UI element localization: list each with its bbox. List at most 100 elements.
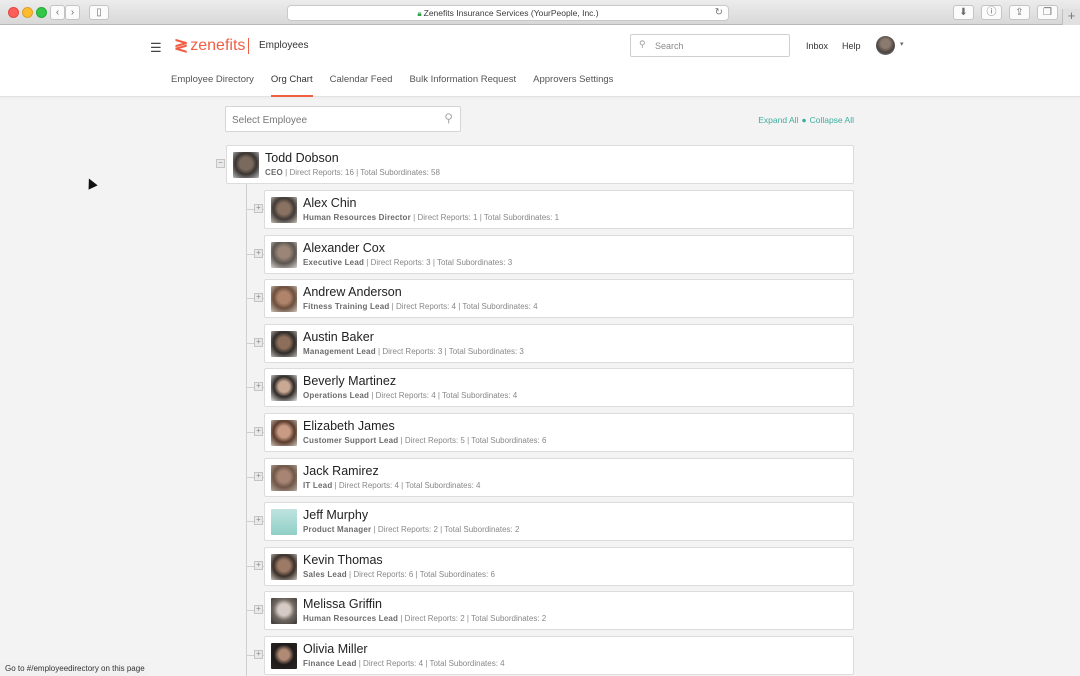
employee-stats: | Direct Reports: 2 | Total Subordinates…	[371, 525, 520, 534]
org-card[interactable]: Melissa Griffin Human Resources Lead | D…	[264, 591, 854, 630]
org-card[interactable]: Jeff Murphy Product Manager | Direct Rep…	[264, 502, 854, 541]
expand-toggle-icon[interactable]: +	[254, 382, 263, 391]
expand-toggle-icon[interactable]: +	[254, 516, 263, 525]
employee-name: Kevin Thomas	[303, 553, 383, 567]
employee-stats: | Direct Reports: 6 | Total Subordinates…	[346, 570, 495, 579]
employee-meta: Fitness Training Lead | Direct Reports: …	[303, 302, 538, 311]
expand-toggle-icon[interactable]: +	[254, 249, 263, 258]
logo-divider	[248, 38, 249, 54]
employee-title: Product Manager	[303, 525, 372, 534]
zenefits-logo[interactable]: ≷ zenefits	[174, 36, 245, 56]
employee-photo	[271, 286, 297, 312]
employee-title: IT Lead	[303, 481, 333, 490]
org-card[interactable]: Elizabeth James Customer Support Lead | …	[264, 413, 854, 452]
tab-calendar-feed[interactable]: Calendar Feed	[330, 74, 393, 97]
expand-toggle-icon[interactable]: +	[254, 338, 263, 347]
search-box[interactable]: ⚲	[630, 34, 790, 57]
employee-stats: | Direct Reports: 4 | Total Subordinates…	[389, 302, 538, 311]
expand-toggle-icon[interactable]: +	[254, 204, 263, 213]
expand-toggle-icon[interactable]: +	[254, 472, 263, 481]
employee-meta: Sales Lead | Direct Reports: 6 | Total S…	[303, 570, 495, 579]
menu-icon[interactable]: ☰	[150, 40, 162, 56]
employee-photo	[271, 465, 297, 491]
org-card[interactable]: Andrew Anderson Fitness Training Lead | …	[264, 279, 854, 318]
employee-stats: | Direct Reports: 3 | Total Subordinates…	[364, 258, 513, 267]
reload-icon[interactable]: ↻	[715, 6, 723, 20]
chevron-down-icon[interactable]: ▾	[900, 40, 904, 48]
employee-meta: IT Lead | Direct Reports: 4 | Total Subo…	[303, 481, 481, 490]
expand-toggle-icon[interactable]: +	[254, 293, 263, 302]
share-icon[interactable]: ⇪	[1009, 5, 1030, 20]
employee-meta: Human Resources Lead | Direct Reports: 2…	[303, 614, 546, 623]
employee-photo	[271, 420, 297, 446]
employee-title: Human Resources Lead	[303, 614, 399, 623]
tab-bulk-information-request[interactable]: Bulk Information Request	[409, 74, 516, 97]
mouse-cursor	[84, 176, 98, 190]
collapse-all-link[interactable]: Collapse All	[810, 115, 854, 125]
browser-toolbar: ‹ › ▯ 🔒︎ Zenefits Insurance Services (You…	[0, 0, 1080, 25]
employee-photo	[271, 242, 297, 268]
tab-employee-directory[interactable]: Employee Directory	[171, 74, 254, 97]
expand-toggle-icon[interactable]: +	[254, 605, 263, 614]
expand-toggle-icon[interactable]: +	[254, 561, 263, 570]
org-card[interactable]: Beverly Martinez Operations Lead | Direc…	[264, 368, 854, 407]
employee-name: Beverly Martinez	[303, 374, 397, 388]
zoom-window-button[interactable]	[36, 7, 47, 18]
expand-toggle-icon[interactable]: +	[254, 650, 263, 659]
employee-name: Olivia Miller	[303, 642, 368, 656]
sidebar-icon[interactable]: ▯	[89, 5, 109, 20]
search-input[interactable]	[655, 38, 783, 53]
employee-title: Sales Lead	[303, 570, 347, 579]
employee-stats: | Direct Reports: 3 | Total Subordinates…	[375, 347, 524, 356]
org-card-root[interactable]: Todd Dobson CEO | Direct Reports: 16 | T…	[226, 145, 854, 184]
zenefits-logo-mark: ≷	[174, 36, 188, 55]
back-icon[interactable]: ‹	[50, 5, 65, 20]
employee-meta: Product Manager | Direct Reports: 2 | To…	[303, 525, 519, 534]
downloads-icon[interactable]: ⬇	[953, 5, 974, 20]
employee-photo	[271, 331, 297, 357]
employee-title: Customer Support Lead	[303, 436, 399, 445]
employee-meta: Executive Lead | Direct Reports: 3 | Tot…	[303, 258, 512, 267]
employee-name: Alexander Cox	[303, 241, 385, 255]
employee-name: Melissa Griffin	[303, 597, 382, 611]
employee-stats: | Direct Reports: 4 | Total Subordinates…	[356, 659, 505, 668]
tabs-overview-icon[interactable]: ❐	[1037, 5, 1058, 20]
employee-name: Jack Ramirez	[303, 464, 379, 478]
employee-stats: | Direct Reports: 4 | Total Subordinates…	[369, 391, 518, 400]
org-card[interactable]: Alex Chin Human Resources Director | Dir…	[264, 190, 854, 229]
minimize-window-button[interactable]	[22, 7, 33, 18]
org-card[interactable]: Jack Ramirez IT Lead | Direct Reports: 4…	[264, 458, 854, 497]
employee-title: Operations Lead	[303, 391, 370, 400]
org-card[interactable]: Austin Baker Management Lead | Direct Re…	[264, 324, 854, 363]
section-title: Employees	[259, 40, 309, 51]
lock-icon: 🔒︎	[417, 9, 422, 18]
employee-meta: Human Resources Director | Direct Report…	[303, 213, 559, 222]
select-employee-input[interactable]	[232, 113, 432, 127]
expand-collapse-controls: Expand All ● Collapse All	[758, 115, 854, 125]
expand-all-link[interactable]: Expand All	[758, 115, 798, 125]
help-link[interactable]: Help	[842, 41, 861, 51]
tab-approvers-settings[interactable]: Approvers Settings	[533, 74, 613, 97]
new-tab-icon[interactable]: +	[1062, 9, 1080, 25]
select-employee-field[interactable]: ⚲	[225, 106, 461, 132]
info-icon[interactable]: ⓘ	[981, 5, 1002, 20]
tree-connector-line	[246, 184, 247, 676]
org-card[interactable]: Kevin Thomas Sales Lead | Direct Reports…	[264, 547, 854, 586]
collapse-toggle-icon[interactable]: −	[216, 159, 225, 168]
org-card[interactable]: Alexander Cox Executive Lead | Direct Re…	[264, 235, 854, 274]
employee-meta: Finance Lead | Direct Reports: 4 | Total…	[303, 659, 505, 668]
org-card[interactable]: Olivia Miller Finance Lead | Direct Repo…	[264, 636, 854, 675]
expand-toggle-icon[interactable]: +	[254, 427, 263, 436]
employee-photo	[271, 509, 297, 535]
employee-name: Elizabeth James	[303, 419, 395, 433]
inbox-link[interactable]: Inbox	[806, 41, 828, 51]
separator-dot: ●	[801, 115, 807, 125]
close-window-button[interactable]	[8, 7, 19, 18]
forward-icon[interactable]: ›	[65, 5, 80, 20]
employee-meta: CEO | Direct Reports: 16 | Total Subordi…	[265, 168, 440, 177]
tab-org-chart[interactable]: Org Chart	[270, 74, 313, 97]
employee-photo	[271, 554, 297, 580]
user-avatar[interactable]	[876, 36, 895, 55]
address-bar[interactable]: 🔒︎ Zenefits Insurance Services (YourPeopl…	[287, 5, 729, 21]
employee-stats: | Direct Reports: 2 | Total Subordinates…	[398, 614, 547, 623]
